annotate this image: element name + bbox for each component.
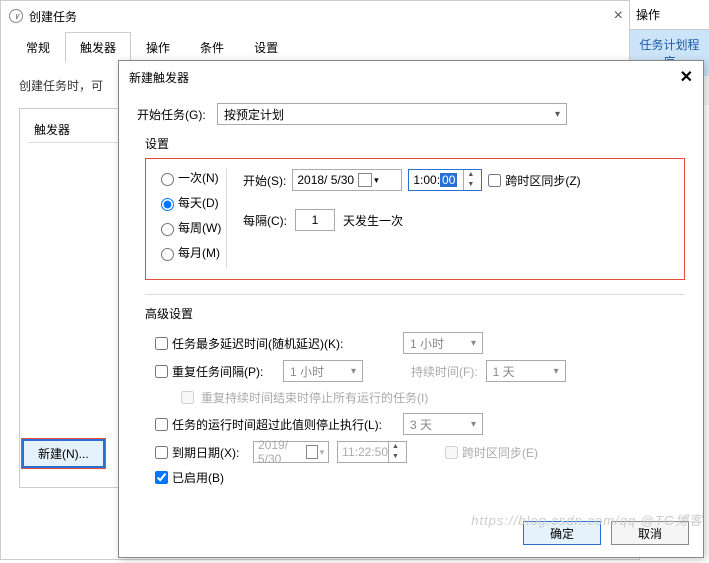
chevron-down-icon: ▾ [471, 338, 476, 349]
dialog-title: 新建触发器 [129, 69, 189, 86]
repeat-row: 重复任务间隔(P): 1 小时▾ 持续时间(F): 1 天▾ [155, 360, 685, 382]
schedule-settings-box: 一次(N) 每天(D) 每周(W) 每月(M) 开始(S): 2018/ 5/3… [145, 158, 685, 280]
radio-daily[interactable]: 每天(D) [156, 194, 226, 211]
start-task-value: 按预定计划 [224, 106, 284, 123]
duration-label: 持续时间(F): [411, 363, 478, 380]
repeat-interval-select[interactable]: 1 小时▾ [283, 360, 363, 382]
repeat-checkbox[interactable]: 重复任务间隔(P): [155, 363, 275, 380]
delay-checkbox[interactable]: 任务最多延迟时间(随机延迟)(K): [155, 335, 395, 352]
start-time-picker[interactable]: 1:00:00 ▲▼ [408, 169, 482, 191]
delay-select[interactable]: 1 小时▾ [403, 332, 483, 354]
actions-panel-header: 操作 [630, 0, 709, 30]
time-spinner[interactable]: ▲▼ [388, 442, 402, 462]
expire-time-picker[interactable]: 11:22:50 ▲▼ [337, 441, 407, 463]
dialog-close-icon[interactable]: ✕ [680, 67, 693, 87]
chevron-down-icon: ▾ [471, 419, 476, 430]
stop-at-end-checkbox [181, 391, 194, 404]
expire-row: 到期日期(X): 2019/ 5/30 ▾ 11:22:50 ▲▼ 跨时区同步(… [155, 441, 685, 463]
expire-tz-checkbox: 跨时区同步(E) [445, 444, 685, 461]
time-spinner[interactable]: ▲▼ [463, 170, 477, 190]
tab-triggers[interactable]: 触发器 [65, 32, 131, 63]
settings-group-label: 设置 [145, 135, 685, 152]
chevron-down-icon: ▾ [351, 366, 356, 377]
advanced-label: 高级设置 [145, 305, 685, 322]
calendar-icon [358, 173, 372, 187]
new-trigger-dialog: 新建触发器 ✕ 开始任务(G): 按预定计划 ▾ 设置 一次(N) 每天(D) … [118, 60, 704, 558]
expire-checkbox[interactable]: 到期日期(X): [155, 444, 245, 461]
radio-once[interactable]: 一次(N) [156, 169, 226, 186]
watermark: https://blog.csdn.com/qq @TG博客 [471, 510, 703, 529]
clock-icon [9, 9, 23, 23]
parent-title: 创建任务 [29, 8, 77, 25]
chevron-down-icon: ▾ [320, 447, 325, 458]
enabled-checkbox[interactable]: 已启用(B) [155, 469, 395, 486]
duration-select[interactable]: 1 天▾ [486, 360, 566, 382]
interval-input[interactable] [295, 209, 335, 231]
tab-general[interactable]: 常规 [11, 32, 65, 63]
chevron-down-icon: ▾ [555, 109, 560, 120]
frequency-radios: 一次(N) 每天(D) 每周(W) 每月(M) [146, 169, 226, 269]
expire-date-picker[interactable]: 2019/ 5/30 ▾ [253, 441, 329, 463]
parent-titlebar: 创建任务 × [1, 1, 639, 31]
schedule-detail-panel: 开始(S): 2018/ 5/30 ▾ 1:00:00 ▲▼ 跨时区同步(Z) … [226, 169, 676, 269]
start-date-picker[interactable]: 2018/ 5/30 ▾ [292, 169, 402, 191]
delay-row: 任务最多延迟时间(随机延迟)(K): 1 小时▾ [155, 332, 685, 354]
chevron-down-icon: ▾ [374, 175, 379, 186]
start-label: 开始(S): [243, 172, 286, 189]
dialog-titlebar: 新建触发器 ✕ [119, 61, 703, 93]
calendar-icon [306, 445, 317, 459]
interval-row: 每隔(C): 天发生一次 [243, 209, 676, 231]
interval-suffix: 天发生一次 [343, 212, 403, 229]
radio-monthly[interactable]: 每月(M) [156, 244, 226, 261]
chevron-down-icon: ▾ [554, 366, 559, 377]
enabled-row: 已启用(B) [155, 469, 685, 486]
start-datetime-row: 开始(S): 2018/ 5/30 ▾ 1:00:00 ▲▼ 跨时区同步(Z) [243, 169, 676, 191]
tab-bar: 常规 触发器 操作 条件 设置 [11, 31, 629, 63]
tab-settings[interactable]: 设置 [239, 32, 293, 63]
stop-after-row: 任务的运行时间超过此值则停止执行(L): 3 天▾ [155, 413, 685, 435]
stop-after-select[interactable]: 3 天▾ [403, 413, 483, 435]
tab-conditions[interactable]: 条件 [185, 32, 239, 63]
new-button-highlight: 新建(N)... [21, 438, 106, 469]
radio-weekly[interactable]: 每周(W) [156, 219, 226, 236]
stop-after-checkbox[interactable]: 任务的运行时间超过此值则停止执行(L): [155, 416, 395, 433]
start-task-label: 开始任务(G): [137, 106, 217, 123]
start-task-combo[interactable]: 按预定计划 ▾ [217, 103, 567, 125]
interval-label: 每隔(C): [243, 212, 287, 229]
dialog-body: 开始任务(G): 按预定计划 ▾ 设置 一次(N) 每天(D) 每周(W) 每月… [119, 93, 703, 486]
new-trigger-button[interactable]: 新建(N)... [22, 439, 105, 468]
tz-sync-checkbox[interactable]: 跨时区同步(Z) [488, 172, 580, 189]
parent-close-icon[interactable]: × [606, 7, 631, 25]
tab-actions[interactable]: 操作 [131, 32, 185, 63]
start-task-row: 开始任务(G): 按预定计划 ▾ [137, 103, 685, 125]
stop-at-end-row: 重复持续时间结束时停止所有运行的任务(I) [177, 388, 685, 407]
divider [145, 294, 685, 295]
